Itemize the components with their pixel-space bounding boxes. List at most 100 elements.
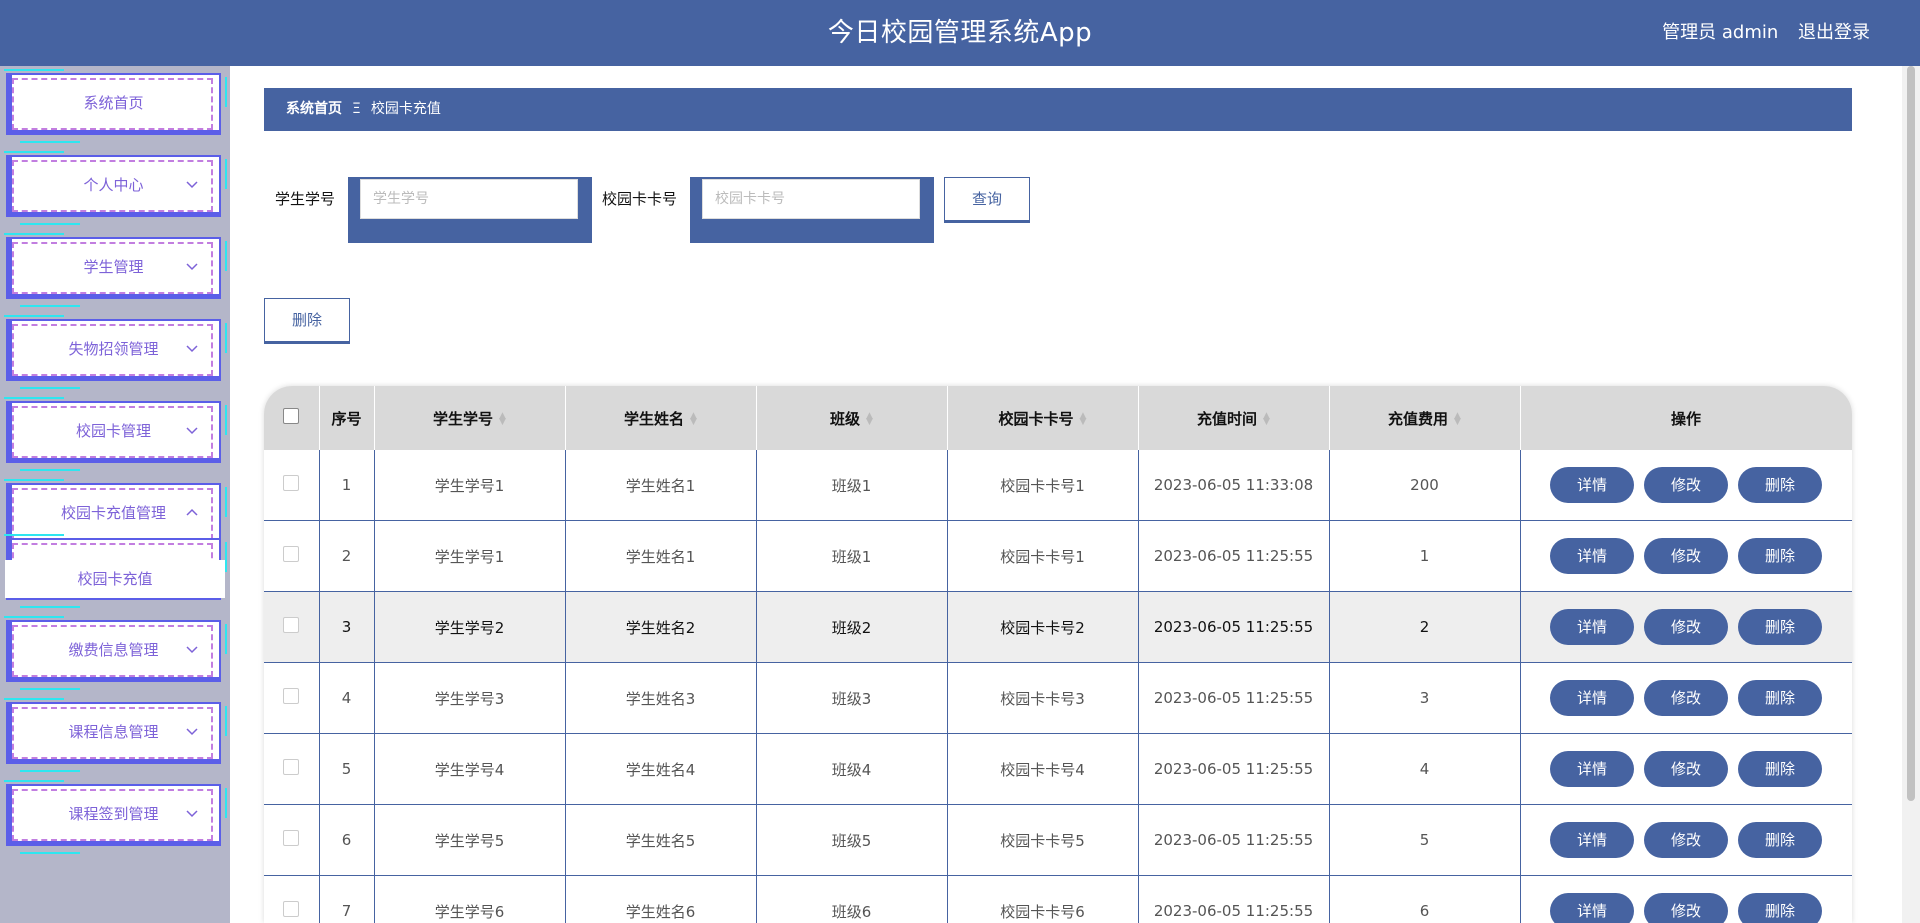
cell-no: 7 (319, 875, 375, 923)
cell-time: 2023-06-05 11:25:55 (1138, 804, 1330, 876)
column-header-card[interactable]: 校园卡卡号 ▲ ▼ (947, 386, 1139, 450)
cell-name: 学生姓名5 (565, 804, 757, 876)
detail-button[interactable]: 详情 (1550, 609, 1634, 645)
detail-button[interactable]: 详情 (1550, 822, 1634, 858)
sidebar-item[interactable]: 缴费信息管理 (4, 616, 227, 690)
row-checkbox[interactable] (283, 475, 300, 491)
recharge-table: 序号 学生学号 ▲ ▼ 学生姓名 ▲ ▼ 班级 ▲ ▼ 校园卡卡号 ▲ ▼ 充值时间 ▲ ▼ 充值费… (264, 386, 1852, 923)
decor (225, 624, 227, 654)
edit-button[interactable]: 修改 (1644, 538, 1728, 574)
sidebar-item[interactable]: 课程签到管理 (4, 780, 227, 854)
edit-button[interactable]: 修改 (1644, 467, 1728, 503)
select-all-cell (264, 386, 320, 450)
cell-actions: 详情 修改 删除 (1520, 520, 1852, 592)
cell-actions: 详情 修改 删除 (1520, 662, 1852, 734)
select-all-checkbox[interactable] (283, 408, 300, 424)
scrollbar-thumb[interactable] (1907, 66, 1915, 801)
column-header-time[interactable]: 充值时间 ▲ ▼ (1138, 386, 1330, 450)
delete-button[interactable]: 删除 (1738, 467, 1822, 503)
user-label: 管理员 admin (1662, 22, 1779, 43)
cell-time: 2023-06-05 11:25:55 (1138, 520, 1330, 592)
cell-card: 校园卡卡号4 (947, 733, 1139, 805)
cell-time: 2023-06-05 11:33:08 (1138, 450, 1330, 521)
edit-button[interactable]: 修改 (1644, 893, 1728, 923)
table-row: 4 学生学号3 学生姓名3 班级3 校园卡卡号3 2023-06-05 11:25:55 3… (264, 662, 1852, 734)
detail-button[interactable]: 详情 (1550, 538, 1634, 574)
table-row: 5 学生学号4 学生姓名4 班级4 校园卡卡号4 2023-06-05 11:25:55 4… (264, 733, 1852, 805)
detail-button[interactable]: 详情 (1550, 467, 1634, 503)
row-checkbox[interactable] (283, 546, 300, 562)
user-area: 管理员 admin 退出登录 (1648, 0, 1870, 66)
decor (20, 852, 80, 854)
decor (20, 305, 80, 307)
row-checkbox[interactable] (283, 830, 300, 846)
column-header-class[interactable]: 班级 ▲ ▼ (756, 386, 948, 450)
detail-button[interactable]: 详情 (1550, 680, 1634, 716)
breadcrumb-current: 校园卡充值 (370, 101, 441, 117)
cell-no: 1 (319, 450, 375, 521)
cell-name: 学生姓名1 (565, 450, 757, 521)
decor (20, 770, 80, 772)
sort-icon[interactable]: ▲ ▼ (1454, 412, 1461, 427)
decor (225, 487, 227, 517)
row-checkbox[interactable] (283, 688, 300, 704)
decor (4, 151, 64, 153)
sidebar-item[interactable]: 课程信息管理 (4, 698, 227, 772)
delete-button[interactable]: 删除 (1738, 538, 1822, 574)
delete-button[interactable]: 删除 (1738, 680, 1822, 716)
sort-icon[interactable]: ▲ ▼ (866, 412, 873, 427)
decor (4, 616, 64, 618)
sidebar-item[interactable]: 个人中心 (4, 151, 227, 225)
delete-button[interactable]: 删除 (1738, 609, 1822, 645)
delete-button[interactable]: 删除 (1738, 751, 1822, 787)
column-header-name[interactable]: 学生姓名 ▲ ▼ (565, 386, 757, 450)
cell-name: 学生姓名2 (565, 591, 757, 663)
breadcrumb-separator-icon: Ξ (352, 101, 361, 117)
row-select-cell (264, 662, 320, 734)
sidebar-item[interactable]: 学生管理 (4, 233, 227, 307)
submenu-item-card-recharge[interactable]: 校园卡充值 (5, 560, 225, 598)
decor (20, 606, 80, 608)
chevron-up-icon (186, 508, 198, 516)
edit-button[interactable]: 修改 (1644, 680, 1728, 716)
page-scrollbar[interactable] (1902, 66, 1920, 923)
detail-button[interactable]: 详情 (1550, 751, 1634, 787)
delete-button[interactable]: 删除 (1738, 893, 1822, 923)
detail-button[interactable]: 详情 (1550, 893, 1634, 923)
sidebar-item[interactable]: 失物招领管理 (4, 315, 227, 389)
row-checkbox[interactable] (283, 759, 300, 775)
query-button[interactable]: 查询 (944, 177, 1030, 223)
batch-delete-button[interactable]: 删除 (264, 298, 350, 344)
decor (225, 77, 227, 107)
decor (4, 479, 64, 481)
sidebar-item[interactable]: 校园卡管理 (4, 397, 227, 471)
sort-icon[interactable]: ▲ ▼ (499, 412, 506, 427)
table-row: 2 学生学号1 学生姓名1 班级1 校园卡卡号1 2023-06-05 11:25:55 1… (264, 520, 1852, 592)
edit-button[interactable]: 修改 (1644, 751, 1728, 787)
decor (4, 69, 64, 71)
logout-link[interactable]: 退出登录 (1798, 22, 1870, 43)
column-header-student-id[interactable]: 学生学号 ▲ ▼ (374, 386, 566, 450)
sort-icon[interactable]: ▲ ▼ (1263, 412, 1270, 427)
cell-class: 班级3 (756, 662, 948, 734)
cell-class: 班级4 (756, 733, 948, 805)
cell-class: 班级1 (756, 450, 948, 521)
edit-button[interactable]: 修改 (1644, 609, 1728, 645)
delete-button[interactable]: 删除 (1738, 822, 1822, 858)
chevron-down-icon (186, 728, 198, 736)
app-title: 今日校园管理系统App (827, 18, 1093, 48)
cell-no: 4 (319, 662, 375, 734)
row-checkbox[interactable] (283, 901, 300, 917)
row-checkbox[interactable] (283, 617, 300, 633)
column-header-fee[interactable]: 充值费用 ▲ ▼ (1329, 386, 1521, 450)
breadcrumb-home[interactable]: 系统首页 (286, 101, 342, 117)
student-id-input[interactable] (360, 179, 578, 219)
sidebar-item[interactable]: 系统首页 (4, 69, 227, 143)
cell-actions: 详情 修改 删除 (1520, 591, 1852, 663)
sort-icon[interactable]: ▲ ▼ (690, 412, 697, 427)
card-no-input[interactable] (702, 179, 920, 219)
cell-class: 班级5 (756, 804, 948, 876)
edit-button[interactable]: 修改 (1644, 822, 1728, 858)
top-header: 今日校园管理系统App 管理员 admin 退出登录 (0, 0, 1920, 66)
sort-icon[interactable]: ▲ ▼ (1080, 412, 1087, 427)
